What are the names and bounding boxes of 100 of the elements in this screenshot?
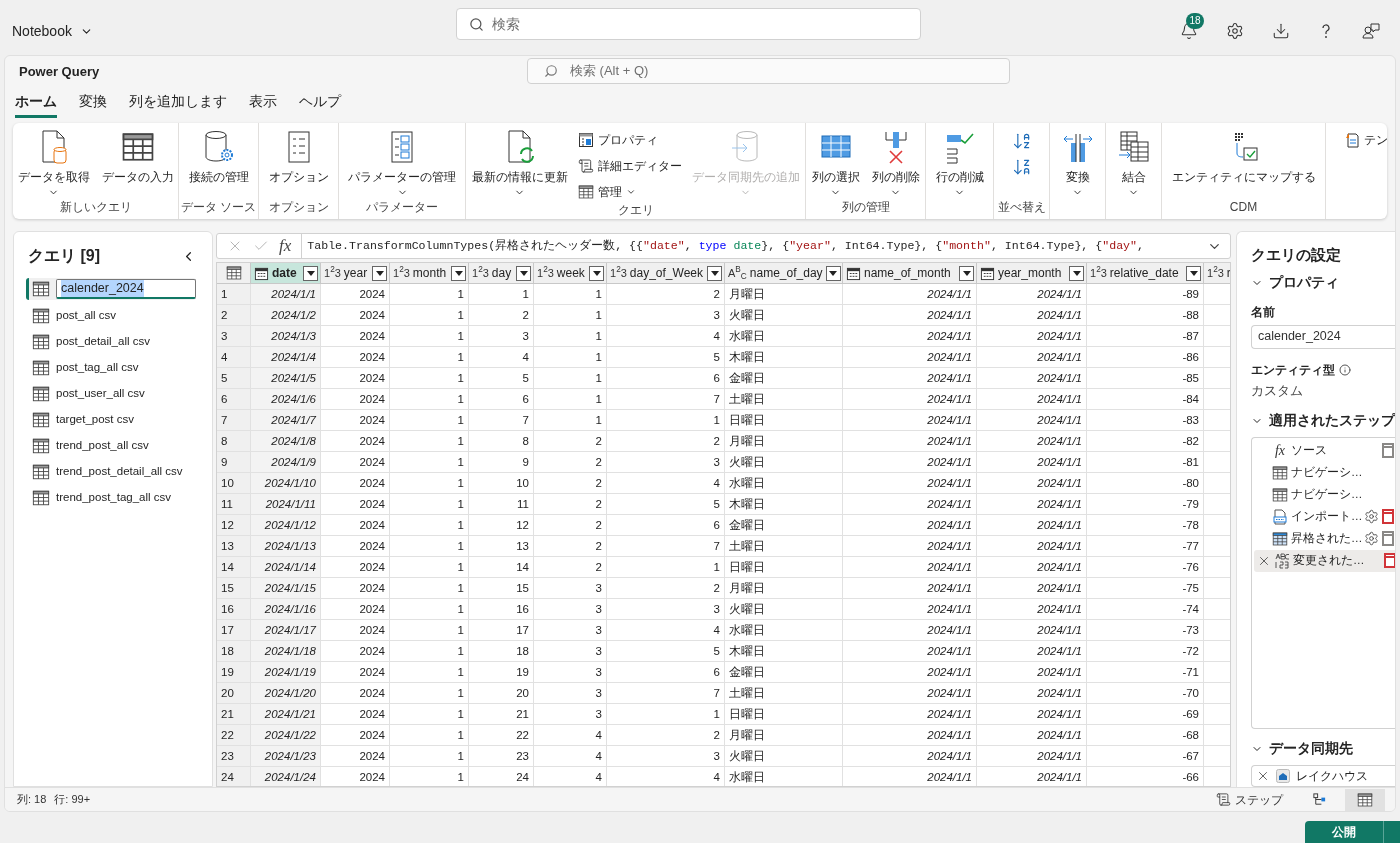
template-icon (1343, 132, 1360, 148)
table-cell: 3 (607, 599, 725, 619)
settings-icon[interactable] (1364, 509, 1379, 525)
table-cell: 4 (607, 473, 725, 493)
filter-dropdown[interactable] (516, 265, 531, 281)
notifications-icon[interactable] (1180, 22, 1198, 40)
ribbon-tab[interactable]: ヘルプ (299, 91, 341, 118)
table-cell: 7 (469, 410, 534, 430)
filter-dropdown[interactable] (1186, 265, 1201, 281)
table-cell: 2024/1/1 (843, 473, 977, 493)
workspace-dropdown[interactable]: Notebook (12, 20, 93, 42)
step-item[interactable]: ナビゲーシ… (1252, 461, 1395, 484)
table-cell: 7 (607, 536, 725, 556)
ribbon-button[interactable]: プロパティ (575, 129, 684, 151)
ribbon-button[interactable]: 詳細エディター (575, 155, 684, 177)
filter-dropdown[interactable] (303, 265, 318, 281)
formula-text[interactable]: Table.TransformColumnTypes(昇格されたヘッダー数, {{"date", type date}, {"year", Int64.Type}, {"month", Int64.Type}, {"day", (301, 234, 1199, 258)
feedback-icon[interactable] (1362, 22, 1380, 40)
table-cell: 3 (607, 305, 725, 325)
search-field[interactable]: 検索 (456, 8, 921, 40)
ribbon-tab[interactable]: 表示 (249, 91, 277, 118)
ribbon-button[interactable]: 最新の情報に更新 (467, 127, 572, 198)
query-item[interactable]: post_tag_all csv (26, 358, 196, 378)
ribbon-button[interactable]: パラメーターの管理 (344, 127, 460, 198)
step-item[interactable]: インポート… (1252, 505, 1395, 528)
query-item[interactable]: post_user_all csv (26, 384, 196, 404)
table-cell: 1 (390, 620, 469, 640)
column-header[interactable]: 1$^{2}$3 day (469, 263, 534, 283)
steps-button[interactable]: ステップ (1216, 790, 1283, 809)
query-item[interactable]: post_all csv (26, 306, 196, 326)
table-cell: 月曜日 (725, 284, 843, 304)
fx-icon[interactable]: fx (279, 233, 292, 259)
filter-dropdown[interactable] (451, 265, 466, 281)
settings-icon[interactable] (1226, 22, 1244, 40)
column-header[interactable]: A$^{B}$$_{C}$ name_of_day (725, 263, 843, 283)
ribbon-button[interactable]: データの入力 (97, 127, 178, 185)
publish-button[interactable]: 公開 (1305, 821, 1400, 843)
search-field[interactable]: 検索 (Alt + Q) (527, 58, 1010, 84)
column-header[interactable]: date (251, 263, 321, 283)
ribbon-button[interactable]: 列の削除 (867, 127, 924, 198)
settings-icon[interactable] (1364, 531, 1379, 547)
step-label: ナビゲーシ… (1291, 487, 1361, 503)
query-item[interactable]: calender_2024 (26, 278, 196, 300)
ribbon-tab[interactable]: ホーム (15, 91, 57, 118)
step-item[interactable]: fx ソース (1252, 439, 1395, 462)
step-item[interactable]: ナビゲーシ… (1252, 483, 1395, 506)
fx-icon: fx (1272, 440, 1288, 462)
table-cell: 2024 (321, 347, 390, 367)
ribbon-button[interactable]: データを取得 (13, 127, 94, 198)
query-item[interactable]: trend_post_tag_all csv (26, 488, 196, 508)
ribbon-tab[interactable]: 変換 (79, 91, 107, 118)
table-cell: 2024/1/19 (251, 662, 321, 682)
table-cell: 1 (390, 683, 469, 703)
ribbon-button[interactable]: 行の削減 (931, 127, 988, 198)
ribbon-button[interactable]: オプション (264, 127, 333, 185)
ribbon-button[interactable]: 管理 (575, 181, 684, 203)
filter-dropdown[interactable] (1069, 265, 1084, 281)
column-header[interactable]: 1$^{2}$3 relative_date (1087, 263, 1204, 283)
rename-field[interactable]: calender_2024 (56, 279, 196, 299)
column-header[interactable]: 1$^{2}$3 day_of_Week (607, 263, 725, 283)
table-cell: 日曜日 (725, 557, 843, 577)
column-header[interactable]: 1$^{2}$3 month (390, 263, 469, 283)
ribbon-button[interactable]: 結合 (1112, 127, 1155, 198)
name-field[interactable]: calender_2024 (1251, 324, 1395, 349)
column-header[interactable]: 1$^{2}$3 year (321, 263, 390, 283)
filter-dropdown[interactable] (372, 265, 387, 281)
table-cell: 木曜日 (725, 641, 843, 661)
table-cell: 2024 (321, 410, 390, 430)
filter-dropdown[interactable] (707, 265, 722, 281)
table-cell: 2024 (321, 494, 390, 514)
ribbon-tab[interactable]: 列を追加します (129, 91, 227, 118)
filter-dropdown[interactable] (589, 265, 604, 281)
ribbon-button[interactable]: テン (1341, 129, 1387, 151)
view-button[interactable] (1345, 788, 1385, 811)
query-item[interactable]: post_detail_all csv (26, 332, 196, 352)
column-header[interactable]: year_month (977, 263, 1087, 283)
step-item[interactable]: 昇格された… (1252, 527, 1395, 550)
column-name: month (412, 265, 448, 282)
query-item[interactable]: target_post csv (26, 410, 196, 430)
row-number: 6 (217, 389, 251, 409)
download-icon[interactable] (1272, 22, 1290, 40)
column-header[interactable]: 1$^{2}$3 week (534, 263, 607, 283)
step-item[interactable]: 変更された… (1254, 549, 1395, 572)
info-icon[interactable] (1339, 363, 1351, 376)
search-input[interactable]: 検索 (Alt + Q) (570, 61, 993, 81)
filter-dropdown[interactable] (825, 265, 841, 281)
table-cell: 5 (607, 494, 725, 514)
search-input[interactable]: 検索 (492, 13, 908, 35)
ribbon-button[interactable]: エンティティにマップする (1167, 127, 1320, 185)
delete-icon[interactable] (1256, 769, 1270, 783)
table-cell: 6 (607, 368, 725, 388)
ribbon-button[interactable]: 接続の管理 (184, 127, 253, 185)
row-count: 行: 99+ (54, 792, 91, 808)
filter-dropdown[interactable] (959, 265, 974, 281)
ribbon-button[interactable]: 変換 (1056, 127, 1099, 198)
table-cell: 2024 (321, 326, 390, 346)
column-header[interactable]: name_of_month (843, 263, 977, 283)
query-item[interactable]: trend_post_detail_all csv (26, 462, 196, 482)
ribbon-button[interactable]: 列の選択 (807, 127, 864, 198)
query-item[interactable]: trend_post_all csv (26, 436, 196, 456)
